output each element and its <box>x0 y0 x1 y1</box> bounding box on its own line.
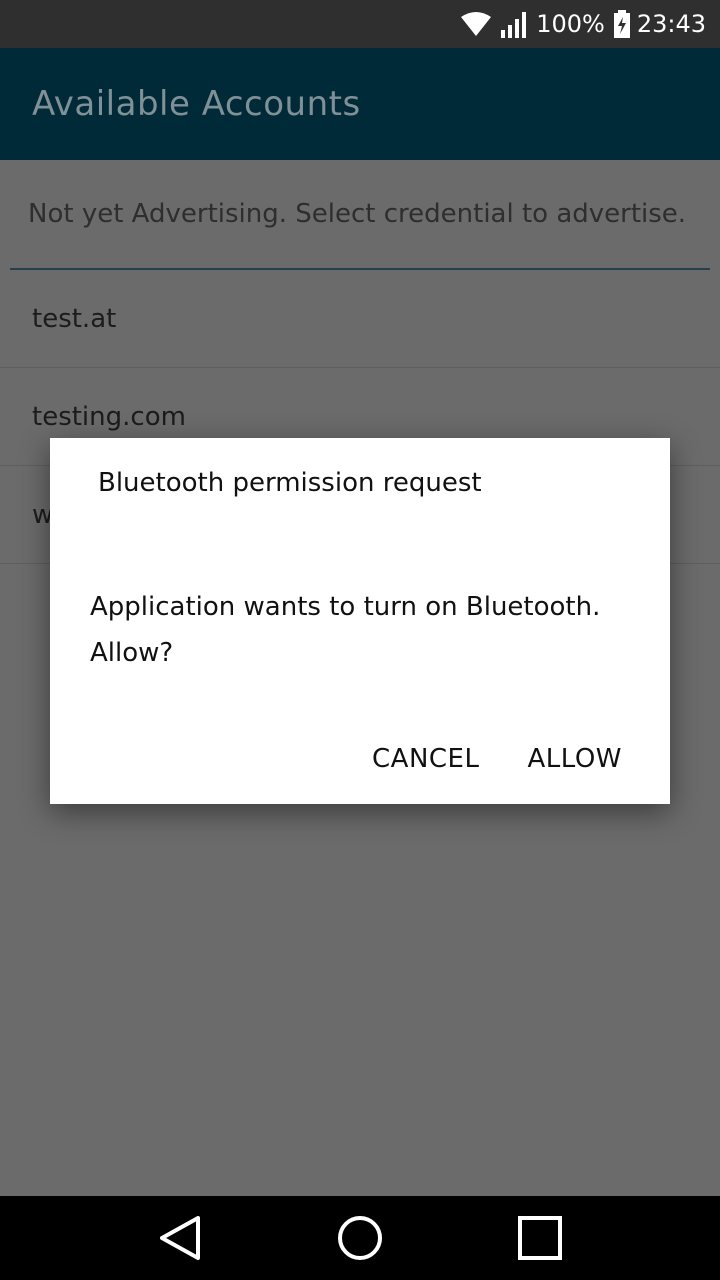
navigation-bar <box>0 1196 720 1280</box>
battery-percentage: 100% <box>536 10 605 38</box>
home-icon[interactable] <box>320 1198 400 1278</box>
back-icon[interactable] <box>140 1198 220 1278</box>
allow-button[interactable]: ALLOW <box>527 744 622 774</box>
account-item[interactable]: test.at <box>0 270 720 368</box>
recents-icon[interactable] <box>500 1198 580 1278</box>
page-title: Available Accounts <box>32 84 361 124</box>
advertising-status: Not yet Advertising. Select credential t… <box>10 160 710 270</box>
dialog-actions: CANCEL ALLOW <box>372 744 622 774</box>
cancel-button[interactable]: CANCEL <box>372 744 479 774</box>
status-bar: 100% 23:43 <box>0 0 720 48</box>
dialog-title: Bluetooth permission request <box>98 468 482 498</box>
wifi-icon <box>460 11 492 37</box>
battery-charging-icon <box>613 10 631 38</box>
screen: 100% 23:43 Available Accounts Not yet Ad… <box>0 0 720 1280</box>
signal-icon <box>500 10 530 38</box>
clock: 23:43 <box>636 10 706 38</box>
bluetooth-permission-dialog: Bluetooth permission request Application… <box>50 438 670 804</box>
dialog-message: Application wants to turn on Bluetooth. … <box>90 592 601 668</box>
app-bar: Available Accounts <box>0 48 720 160</box>
